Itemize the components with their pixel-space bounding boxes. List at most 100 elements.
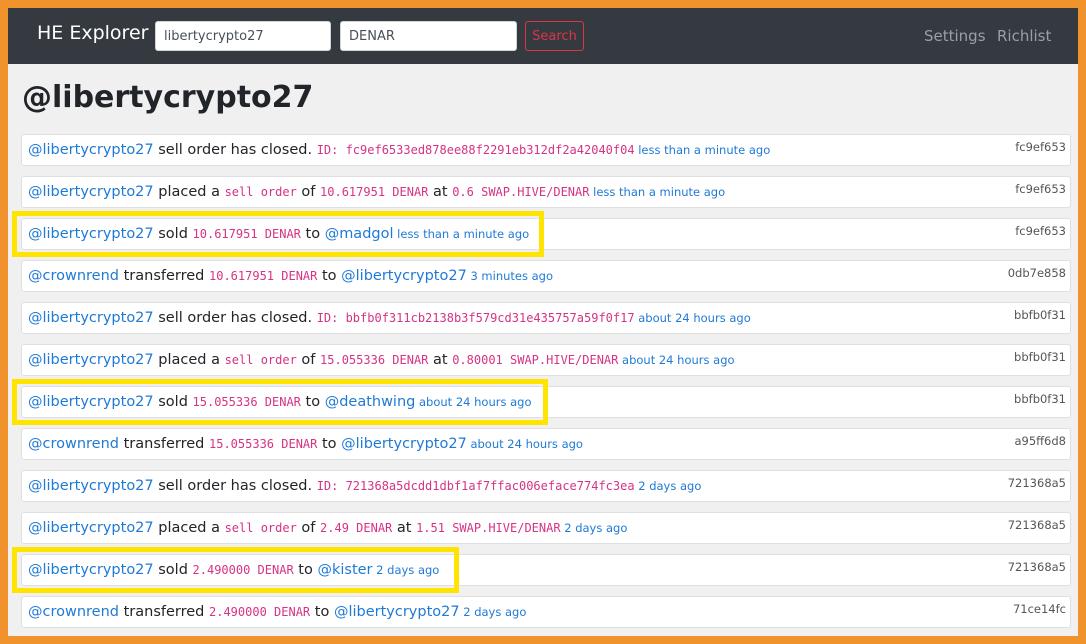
code-value: 15.055336 DENAR [209, 437, 318, 451]
brand-logo[interactable]: HE Explorer [37, 22, 148, 44]
nav-link-richlist[interactable]: Richlist [997, 27, 1051, 45]
code-value: 1.51 SWAP.HIVE/DENAR [416, 521, 561, 535]
timestamp-link[interactable]: 2 days ago [561, 521, 627, 535]
activity-text: @libertycrypto27 sell order has closed. … [28, 471, 701, 501]
account-link[interactable]: @libertycrypto27 [334, 604, 460, 620]
activity-label: to [317, 436, 342, 452]
activity-label: at [428, 352, 453, 368]
timestamp-link[interactable]: 2 days ago [373, 563, 439, 577]
account-link[interactable]: @libertycrypto27 [28, 520, 154, 536]
code-value: 10.617951 DENAR [320, 185, 429, 199]
list-item: @libertycrypto27 placed a sell order of … [21, 512, 1071, 544]
transaction-hash-link[interactable]: fc9ef653 [1015, 135, 1066, 159]
account-link[interactable]: @crownrend [28, 436, 119, 452]
account-link[interactable]: @deathwing [325, 394, 416, 410]
list-item: @libertycrypto27 sell order has closed. … [21, 470, 1071, 502]
activity-label: transferred [119, 604, 209, 620]
transaction-hash-link[interactable]: 721368a5 [1008, 555, 1066, 579]
activity-text: @libertycrypto27 placed a sell order of … [28, 345, 735, 375]
activity-label: of [296, 520, 321, 536]
code-value: ID: bbfb0f311cb2138b3f579cd31e435757a59f… [316, 311, 635, 325]
code-value: 2.490000 DENAR [192, 563, 294, 577]
activity-text: @libertycrypto27 placed a sell order of … [28, 513, 627, 543]
transaction-hash-link[interactable]: a95ff6d8 [1014, 429, 1066, 453]
account-link[interactable]: @kister [317, 562, 372, 578]
transaction-hash-link[interactable]: bbfb0f31 [1014, 303, 1066, 327]
list-item: @crownrend transferred 10.617951 DENAR t… [21, 260, 1071, 292]
account-link[interactable]: @crownrend [28, 268, 119, 284]
transaction-hash-link[interactable]: 721368a5 [1008, 471, 1066, 495]
activity-label: of [296, 352, 321, 368]
transaction-hash-link[interactable]: bbfb0f31 [1014, 387, 1066, 411]
account-link[interactable]: @madgol [325, 226, 394, 242]
account-input[interactable] [155, 21, 331, 51]
transaction-hash-link[interactable]: bbfb0f31 [1014, 345, 1066, 369]
activity-text: @libertycrypto27 sold 10.617951 DENAR to… [28, 219, 529, 249]
activity-label: to [310, 604, 334, 620]
transaction-hash-link[interactable]: fc9ef653 [1015, 219, 1066, 243]
activity-text: @libertycrypto27 sold 2.490000 DENAR to … [28, 555, 439, 585]
timestamp-link[interactable]: less than a minute ago [394, 227, 529, 241]
code-value: sell order [224, 185, 297, 199]
list-item: @crownrend transferred 15.055336 DENAR t… [21, 428, 1071, 460]
token-input[interactable] [340, 21, 517, 51]
activity-label: of [296, 184, 321, 200]
timestamp-link[interactable]: 2 days ago [635, 479, 701, 493]
timestamp-link[interactable]: 2 days ago [460, 605, 526, 619]
account-link[interactable]: @libertycrypto27 [28, 310, 154, 326]
activity-label: sell order has closed. [153, 478, 317, 494]
account-link[interactable]: @libertycrypto27 [28, 352, 154, 368]
list-item: @libertycrypto27 sell order has closed. … [21, 302, 1071, 334]
account-link[interactable]: @libertycrypto27 [28, 562, 154, 578]
account-link[interactable]: @libertycrypto27 [28, 184, 154, 200]
activity-label: to [300, 394, 325, 410]
activity-text: @libertycrypto27 sell order has closed. … [28, 135, 770, 165]
account-link[interactable]: @libertycrypto27 [341, 436, 467, 452]
account-link[interactable]: @libertycrypto27 [341, 268, 467, 284]
list-item: @crownrend transferred 2.490000 DENAR to… [21, 596, 1071, 628]
list-item: @libertycrypto27 sold 15.055336 DENAR to… [21, 386, 1071, 418]
code-value: sell order [224, 521, 297, 535]
timestamp-link[interactable]: less than a minute ago [589, 185, 725, 199]
activity-label: transferred [119, 268, 209, 284]
activity-label: to [300, 226, 325, 242]
timestamp-link[interactable]: about 24 hours ago [467, 437, 583, 451]
activity-label: to [317, 268, 342, 284]
list-item: @libertycrypto27 sold 10.617951 DENAR to… [21, 218, 1071, 250]
activity-label: at [428, 184, 453, 200]
activity-label: sell order has closed. [153, 142, 317, 158]
navbar: HE Explorer Search Settings Richlist [8, 8, 1078, 64]
timestamp-link[interactable]: 3 minutes ago [467, 269, 553, 283]
transaction-hash-link[interactable]: 71ce14fc [1013, 597, 1066, 621]
search-button[interactable]: Search [525, 21, 584, 51]
nav-link-settings[interactable]: Settings [924, 27, 986, 45]
timestamp-link[interactable]: about 24 hours ago [415, 395, 532, 409]
activity-label: sell order has closed. [153, 310, 317, 326]
transaction-hash-link[interactable]: 721368a5 [1008, 513, 1066, 537]
account-link[interactable]: @libertycrypto27 [28, 478, 154, 494]
timestamp-link[interactable]: about 24 hours ago [635, 311, 751, 325]
timestamp-link[interactable]: about 24 hours ago [618, 353, 735, 367]
account-link[interactable]: @libertycrypto27 [28, 142, 154, 158]
transaction-hash-link[interactable]: 0db7e858 [1008, 261, 1066, 285]
account-link[interactable]: @crownrend [28, 604, 119, 620]
page-title: @libertycrypto27 [22, 80, 314, 115]
list-item: @libertycrypto27 placed a sell order of … [21, 176, 1071, 208]
activity-label: transferred [119, 436, 209, 452]
code-value: sell order [224, 353, 297, 367]
activity-text: @libertycrypto27 sold 15.055336 DENAR to… [28, 387, 532, 417]
activity-label: to [293, 562, 318, 578]
activity-text: @crownrend transferred 2.490000 DENAR to… [28, 597, 526, 627]
app-frame: HE Explorer Search Settings Richlist @li… [8, 8, 1078, 636]
activity-text: @libertycrypto27 placed a sell order of … [28, 177, 725, 207]
activity-label: sold [153, 226, 193, 242]
account-link[interactable]: @libertycrypto27 [28, 394, 154, 410]
code-value: ID: 721368a5dcdd1dbf1af7ffac006eface774f… [316, 479, 635, 493]
timestamp-link[interactable]: less than a minute ago [635, 143, 770, 157]
code-value: 2.49 DENAR [320, 521, 393, 535]
code-value: 0.80001 SWAP.HIVE/DENAR [452, 353, 619, 367]
activity-text: @crownrend transferred 15.055336 DENAR t… [28, 429, 583, 459]
account-link[interactable]: @libertycrypto27 [28, 226, 154, 242]
activity-label: placed a [153, 184, 225, 200]
transaction-hash-link[interactable]: fc9ef653 [1015, 177, 1066, 201]
